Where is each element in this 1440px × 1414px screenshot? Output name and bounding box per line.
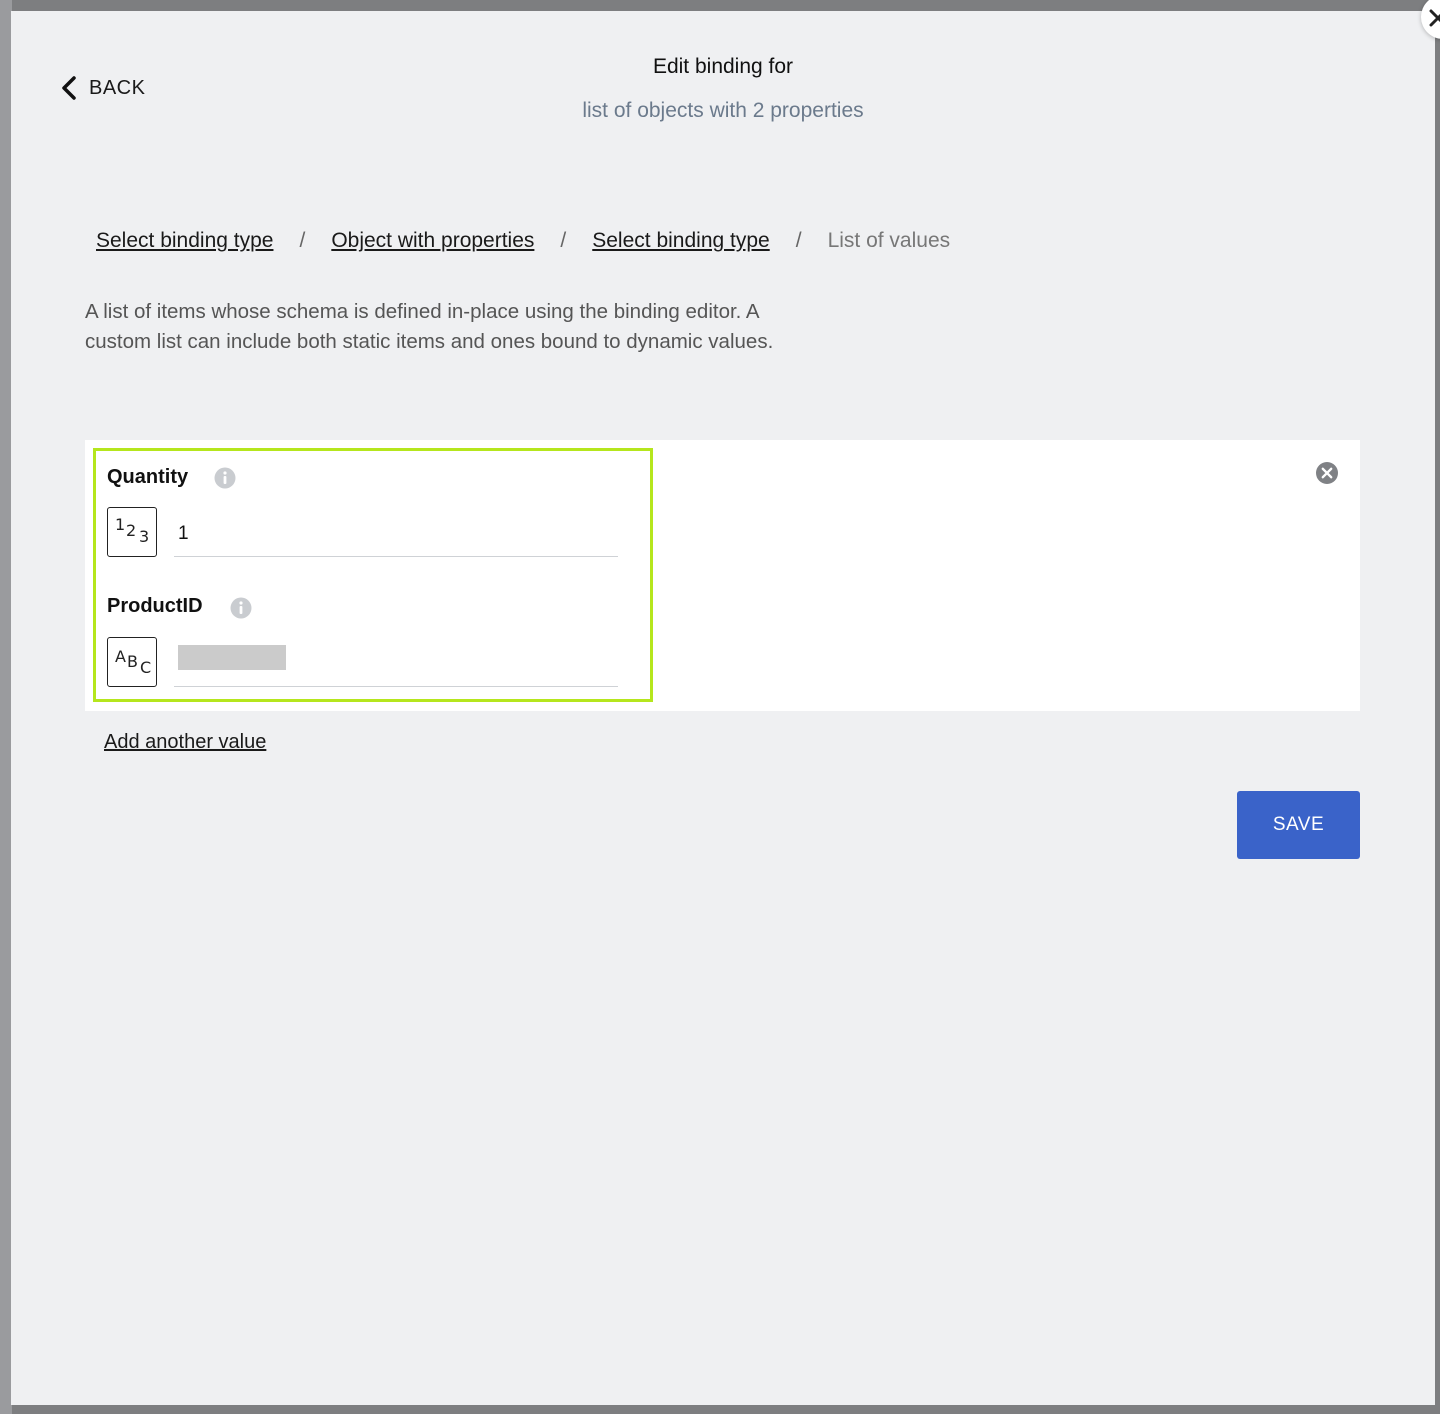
info-icon[interactable] xyxy=(230,597,252,619)
number-type-icon[interactable]: 1 2 3 xyxy=(107,507,157,557)
modal-subtitle: list of objects with 2 properties xyxy=(582,99,864,122)
quantity-input[interactable] xyxy=(174,511,618,557)
breadcrumb: Select binding type / Object with proper… xyxy=(96,229,950,253)
list-values-card: Quantity 1 2 3 ProductID A B C xyxy=(85,440,1360,711)
close-modal-button[interactable] xyxy=(1421,0,1440,39)
breadcrumb-object-with-properties[interactable]: Object with properties xyxy=(331,229,534,253)
breadcrumb-select-binding-type[interactable]: Select binding type xyxy=(96,229,273,253)
breadcrumb-select-binding-type-2[interactable]: Select binding type xyxy=(592,229,769,253)
productid-label: ProductID xyxy=(107,595,203,617)
edit-binding-modal: BACK Edit binding for list of objects wi… xyxy=(11,0,1440,1405)
quantity-label: Quantity xyxy=(107,466,189,488)
info-icon[interactable] xyxy=(214,467,236,489)
redacted-value xyxy=(178,645,286,670)
breadcrumb-current-list-of-values: List of values xyxy=(827,229,951,252)
save-button[interactable]: SAVE xyxy=(1237,791,1360,859)
close-icon xyxy=(1429,9,1440,27)
list-item[interactable]: Quantity 1 2 3 ProductID A B C xyxy=(93,448,653,702)
text-type-icon[interactable]: A B C xyxy=(107,637,157,687)
back-label: BACK xyxy=(89,76,146,99)
breadcrumb-separator: / xyxy=(560,229,567,252)
breadcrumb-separator: / xyxy=(795,229,802,252)
breadcrumb-separator: / xyxy=(299,229,306,252)
modal-title: Edit binding for xyxy=(652,55,794,78)
binding-description: A list of items whose schema is defined … xyxy=(85,300,774,353)
add-another-value-link[interactable]: Add another value xyxy=(104,731,266,754)
remove-item-icon[interactable] xyxy=(1315,461,1339,485)
